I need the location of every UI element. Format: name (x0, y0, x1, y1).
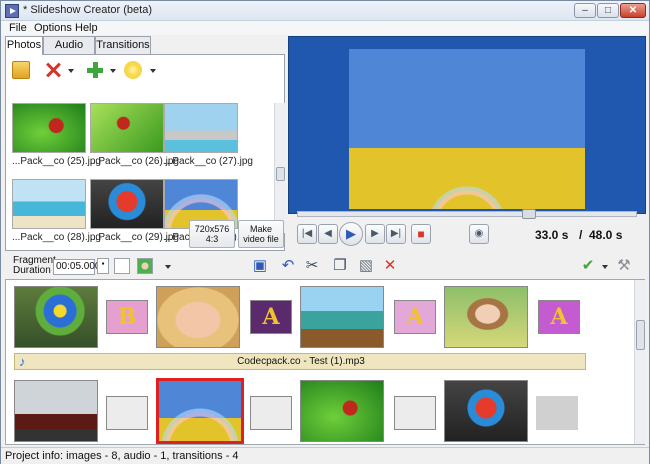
photo-thumbnail[interactable] (12, 103, 86, 153)
scrollbar-thumb[interactable] (276, 167, 285, 181)
delete-icon[interactable] (44, 61, 62, 79)
background-color-swatch[interactable] (114, 258, 130, 274)
photo-thumbnail[interactable] (90, 179, 164, 229)
photo-thumbnail[interactable] (164, 103, 238, 153)
photos-toolbar (10, 59, 280, 83)
duration-spinner-icon[interactable]: ▪ (97, 258, 109, 274)
tools-icon[interactable]: ⚒ (615, 257, 633, 275)
window-title: * Slideshow Creator (beta) (23, 4, 153, 16)
total-time: 48.0 s (589, 228, 623, 242)
photo-item[interactable]: ...Pack__co (27).jpg (164, 103, 253, 167)
preview-panel (288, 36, 646, 214)
menu-options[interactable]: Options (34, 22, 72, 34)
photos-scrollbar[interactable] (274, 103, 285, 233)
transition-slot[interactable] (250, 396, 292, 430)
tab-photos[interactable]: Photos (5, 36, 43, 55)
transition-slot[interactable] (394, 396, 436, 430)
timeline-frame[interactable] (14, 380, 98, 442)
maximize-button[interactable]: □ (597, 3, 619, 18)
go-start-button[interactable]: |◀ (297, 224, 317, 244)
go-end-button[interactable]: ▶| (386, 224, 406, 244)
photo-item[interactable]: ...Pack__co (28).jpg (12, 179, 101, 243)
cut-icon[interactable]: ✂ (303, 257, 321, 275)
play-button[interactable]: ▶ (339, 222, 363, 246)
photo-caption: ...Pack__co (28).jpg (12, 232, 101, 243)
seek-thumb[interactable] (522, 209, 536, 219)
fragment-duration-label: Fragment Duration (13, 255, 56, 276)
paste-icon[interactable]: ▧ (357, 257, 375, 275)
undo-icon[interactable]: ↶ (279, 257, 297, 275)
transition-tile[interactable]: A (538, 300, 580, 334)
chevron-down-icon[interactable] (150, 69, 156, 73)
tab-transitions[interactable]: Transitions (95, 36, 151, 54)
photo-caption: ...Pack__co (26).jpg (90, 156, 179, 167)
photo-thumbnail[interactable] (90, 103, 164, 153)
transition-tile[interactable]: B (106, 300, 148, 334)
photo-item[interactable]: ...Pack__co (25).jpg (12, 103, 101, 167)
photo-caption: ...Pack__co (29).jpg (90, 232, 179, 243)
effects-icon[interactable] (126, 63, 140, 77)
transition-tile[interactable]: A (250, 300, 292, 334)
timeline-frame[interactable] (444, 286, 528, 348)
timeline-frame[interactable] (14, 286, 98, 348)
photo-caption: ...Pack__co (25).jpg (12, 156, 101, 167)
fragment-duration-input[interactable]: 00:05.000 (53, 259, 101, 275)
menu-file[interactable]: File (9, 22, 27, 34)
chevron-down-icon[interactable] (68, 69, 74, 73)
previous-button[interactable]: ◀ (318, 224, 338, 244)
close-button[interactable]: ✕ (620, 3, 646, 18)
scrollbar-thumb[interactable] (636, 320, 645, 350)
timeline-frame[interactable] (300, 380, 384, 442)
current-time: 33.0 s (535, 228, 569, 242)
photo-item[interactable]: ...Pack__co (26).jpg (90, 103, 179, 167)
open-folder-icon[interactable] (12, 61, 30, 79)
project-info: Project info: images - 8, audio - 1, tra… (5, 450, 239, 462)
time-separator: / (579, 228, 583, 242)
menu-bar: File Options Help (1, 21, 649, 35)
copy-icon[interactable]: ❐ (331, 257, 349, 275)
photo-caption: ...Pack__co (27).jpg (164, 156, 253, 167)
transition-slot[interactable] (106, 396, 148, 430)
apply-check-icon[interactable]: ✔ (579, 257, 597, 275)
photo-thumbnail[interactable] (12, 179, 86, 229)
photo-item[interactable]: ...Pack__co (29).jpg (90, 179, 179, 243)
audio-track-name: Codecpack.co - Test (1).mp3 (237, 356, 365, 367)
stop-button[interactable]: ■ (411, 224, 431, 244)
menu-help[interactable]: Help (75, 22, 98, 34)
timeline-frame[interactable] (156, 286, 240, 348)
background-image-swatch[interactable] (137, 258, 153, 274)
transition-tile[interactable]: A (394, 300, 436, 334)
resolution-button[interactable]: 720x576 4:3 (189, 220, 235, 248)
save-icon[interactable]: ▣ (251, 257, 269, 275)
media-panel: Photos Audio files Transitions ...Pack__… (5, 36, 285, 251)
preview-image (349, 49, 585, 209)
status-bar: Project info: images - 8, audio - 1, tra… (1, 447, 649, 464)
remove-icon[interactable]: ✕ (381, 257, 399, 275)
timeline-scrollbar[interactable] (634, 280, 645, 444)
seek-bar[interactable] (297, 209, 637, 219)
timeline-frame[interactable] (444, 380, 528, 442)
minimize-button[interactable]: – (574, 3, 596, 18)
title-bar: * Slideshow Creator (beta) – □ ✕ (1, 1, 649, 21)
snapshot-camera-icon[interactable]: ◉ (469, 224, 489, 244)
audio-track-bar[interactable]: ♪ Codecpack.co - Test (1).mp3 (14, 353, 586, 370)
chevron-down-icon[interactable] (165, 265, 171, 269)
app-icon (5, 4, 19, 18)
make-video-button[interactable]: Make video file (238, 220, 284, 248)
transition-slot[interactable] (536, 396, 578, 430)
timeline-frame[interactable] (300, 286, 384, 348)
timeline: B A A A ♪ Codecpack.co - Test (1).mp3 (5, 279, 645, 445)
tab-audio-files[interactable]: Audio files (43, 36, 95, 67)
chevron-down-icon[interactable] (602, 265, 608, 269)
chevron-down-icon[interactable] (110, 69, 116, 73)
main-window: * Slideshow Creator (beta) – □ ✕ File Op… (0, 0, 650, 464)
add-icon[interactable] (86, 61, 104, 79)
timeline-frame-selected[interactable] (156, 378, 244, 444)
next-button[interactable]: ▶ (365, 224, 385, 244)
